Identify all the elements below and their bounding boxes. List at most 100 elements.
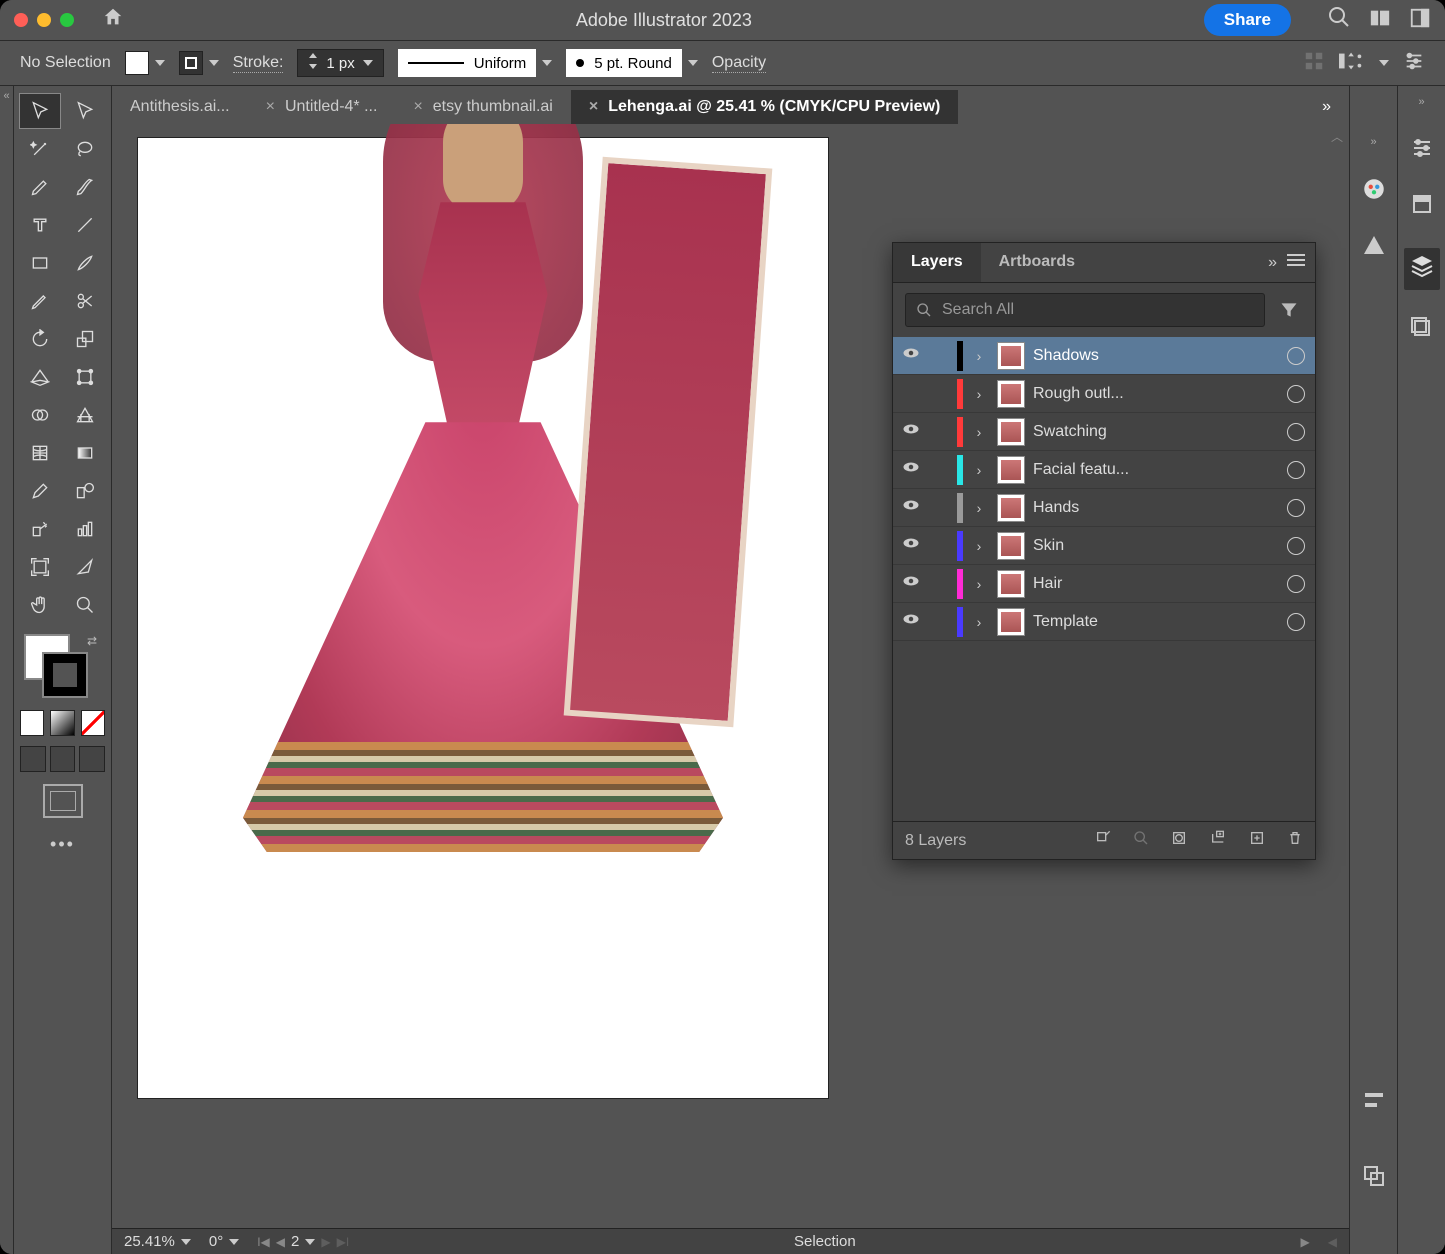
visibility-toggle-icon[interactable] [893,458,929,481]
lasso-tool[interactable] [65,132,105,166]
target-icon[interactable] [1287,423,1305,441]
zoom-tool[interactable] [65,588,105,622]
layer-name[interactable]: Facial featu... [1033,461,1279,479]
scroll-up-icon[interactable]: ︿ [1329,128,1345,144]
scroll-left-icon[interactable]: ◀ [1328,1235,1337,1249]
rotate-view-field[interactable]: 0° [209,1233,239,1250]
window-minimize-button[interactable] [37,13,51,27]
arrange-documents-icon[interactable] [1369,7,1391,34]
edit-toolbar-button[interactable]: ••• [50,834,75,855]
window-close-button[interactable] [14,13,28,27]
artboard-number[interactable]: 2 [291,1233,299,1250]
visibility-toggle-icon[interactable] [893,610,929,633]
preferences-icon[interactable] [1403,50,1425,77]
target-icon[interactable] [1287,613,1305,631]
mesh-tool[interactable] [20,436,60,470]
visibility-toggle-icon[interactable] [893,420,929,443]
selection-tool[interactable] [20,94,60,128]
layer-name[interactable]: Shadows [1033,347,1279,365]
expand-layer-icon[interactable]: › [969,538,989,554]
eyedropper-tool[interactable] [20,474,60,508]
gradient-tool[interactable] [65,436,105,470]
collapse-toolbox-strip[interactable]: « [0,86,14,1254]
layer-name[interactable]: Template [1033,613,1279,631]
collapse-right-strip-2[interactable]: » [1398,96,1445,110]
panel-collapse-icon[interactable]: » [1268,254,1277,272]
target-icon[interactable] [1287,537,1305,555]
document-tab[interactable]: ×Untitled-4* ... [248,90,396,124]
color-panel-icon[interactable] [1361,176,1387,208]
layer-row[interactable]: › Hair [893,565,1315,603]
last-artboard-icon[interactable]: ▶I [337,1235,350,1249]
search-icon[interactable] [1327,5,1351,35]
expand-layer-icon[interactable]: › [969,614,989,630]
target-icon[interactable] [1287,461,1305,479]
color-guide-panel-icon[interactable] [1362,234,1386,264]
target-icon[interactable] [1287,347,1305,365]
close-tab-icon[interactable]: × [589,98,598,116]
expand-layer-icon[interactable]: › [969,576,989,592]
home-icon[interactable] [102,6,124,34]
close-tab-icon[interactable]: × [266,98,275,116]
gradient-mode-button[interactable] [50,710,74,736]
layer-row[interactable]: › Template [893,603,1315,641]
share-button[interactable]: Share [1204,4,1291,36]
visibility-toggle-icon[interactable] [893,534,929,557]
transform-icon[interactable] [1339,50,1365,77]
expand-layer-icon[interactable]: › [969,348,989,364]
layer-name[interactable]: Hands [1033,499,1279,517]
blend-tool[interactable] [65,474,105,508]
document-tab[interactable]: ×etsy thumbnail.ai [395,90,570,124]
zoom-level-field[interactable]: 25.41% [124,1233,191,1250]
layer-search-input[interactable]: Search All [905,293,1265,327]
layer-name[interactable]: Swatching [1033,423,1279,441]
clipping-mask-icon[interactable] [1171,830,1187,851]
artboard-tool[interactable] [20,550,60,584]
layer-row[interactable]: ›Swatching [893,413,1315,451]
color-mode-button[interactable] [20,710,44,736]
align-panel-icon[interactable] [1362,1088,1386,1118]
stroke-label[interactable]: Stroke: [233,54,284,73]
transform-dropdown-icon[interactable] [1379,60,1389,66]
panel-menu-icon[interactable] [1287,253,1305,272]
workspace-switcher-icon[interactable] [1409,7,1431,34]
pathfinder-panel-icon[interactable] [1362,1164,1386,1194]
artboard-nav[interactable]: I◀ ◀ 2 ▶ ▶I [257,1233,349,1250]
artboards-panel-icon[interactable] [1410,316,1434,346]
first-artboard-icon[interactable]: I◀ [257,1235,270,1249]
collapse-right-strip[interactable]: » [1350,136,1397,150]
scissors-tool[interactable] [65,284,105,318]
document-tab[interactable]: Antithesis.ai... [112,90,248,124]
type-tool[interactable] [20,208,60,242]
layers-panel-icon[interactable] [1404,248,1440,290]
layer-row[interactable]: ›Hands [893,489,1315,527]
next-artboard-icon[interactable]: ▶ [321,1235,330,1249]
document-tab-active[interactable]: ×Lehenga.ai @ 25.41 % (CMYK/CPU Preview) [571,90,959,124]
curvature-tool[interactable] [65,170,105,204]
rotate-tool[interactable] [20,322,60,356]
slice-tool[interactable] [65,550,105,584]
layer-row[interactable]: › Shadows [893,337,1315,375]
shape-builder-tool[interactable] [20,398,60,432]
layer-name[interactable]: Skin [1033,537,1279,555]
stroke-stepper-icon[interactable] [308,53,318,73]
visibility-toggle-icon[interactable] [893,572,929,595]
column-graph-tool[interactable] [65,512,105,546]
expand-layer-icon[interactable]: › [969,462,989,478]
target-icon[interactable] [1287,385,1305,403]
new-sublayer-icon[interactable] [1209,830,1227,851]
target-icon[interactable] [1287,499,1305,517]
swap-fill-stroke-icon[interactable]: ⇄ [87,634,97,648]
window-maximize-button[interactable] [60,13,74,27]
layer-name[interactable]: Hair [1033,575,1279,593]
rectangle-tool[interactable] [20,246,60,280]
layers-panel[interactable]: Layers Artboards » Search All ›Shadows›R… [892,242,1316,860]
layer-name[interactable]: Rough outl... [1033,385,1279,403]
layers-tab[interactable]: Layers [893,243,981,282]
pen-tool[interactable] [20,170,60,204]
direct-selection-tool[interactable] [65,94,105,128]
opacity-label[interactable]: Opacity [712,54,766,73]
layer-row[interactable]: › Facial featu... [893,451,1315,489]
close-tab-icon[interactable]: × [413,98,422,116]
free-transform-tool[interactable] [65,360,105,394]
